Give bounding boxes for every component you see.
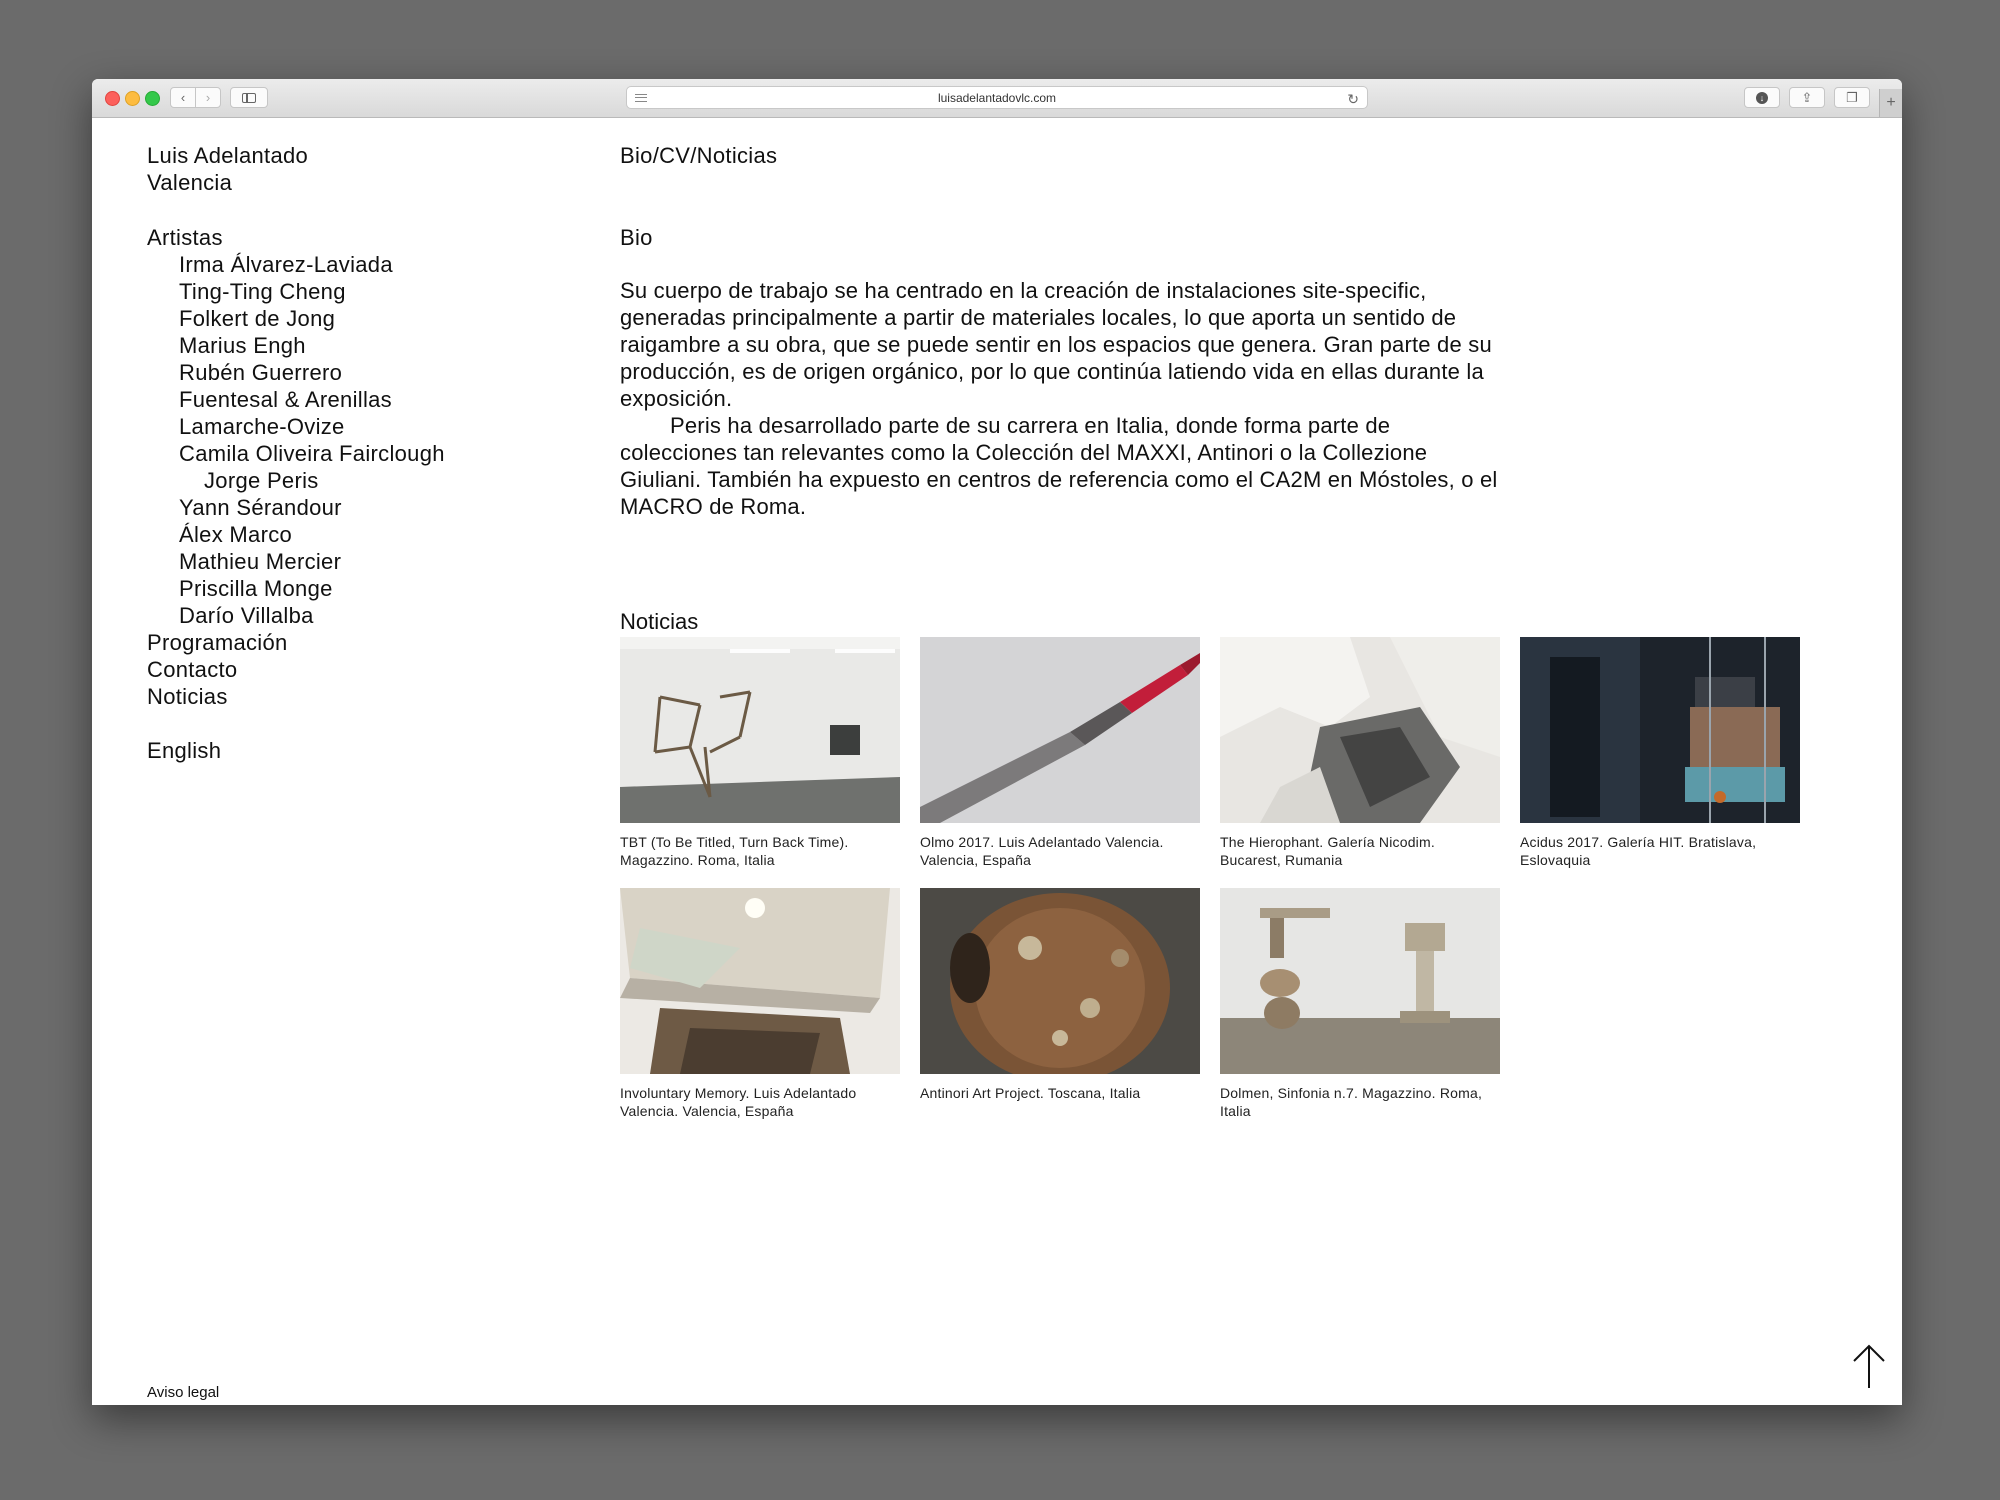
news-card[interactable]: Antinori Art Project. Toscana, Italia — [920, 888, 1200, 1139]
news-caption[interactable]: Olmo 2017. Luis Adelantado Valencia. Val… — [920, 833, 1190, 869]
reload-icon[interactable]: ↻ — [1347, 91, 1359, 108]
chevron-right-icon: › — [205, 90, 211, 105]
news-caption[interactable]: Involuntary Memory. Luis Adelantado Vale… — [620, 1084, 890, 1120]
news-caption[interactable]: Dolmen, Sinfonia n.7. Magazzino. Roma, I… — [1220, 1084, 1490, 1120]
bio-heading: Bio — [620, 225, 653, 250]
news-card[interactable]: Acidus 2017. Galería HIT. Bratislava, Es… — [1520, 637, 1800, 888]
forward-button[interactable]: › — [195, 87, 221, 108]
nav-artist[interactable]: Álex Marco — [147, 521, 445, 548]
share-icon: ⇪ — [1801, 89, 1813, 105]
tabs-overview-button[interactable]: ❐ — [1834, 87, 1870, 108]
news-card[interactable]: TBT (To Be Titled, Turn Back Time). Maga… — [620, 637, 900, 888]
nav-artist[interactable]: Mathieu Mercier — [147, 548, 445, 575]
nav-artist-active[interactable]: Jorge Peris — [147, 467, 445, 494]
news-thumbnail[interactable] — [620, 637, 900, 823]
minimize-window-button[interactable] — [125, 91, 140, 106]
url-text: luisadelantadovlc.com — [937, 90, 1057, 105]
news-card[interactable]: Olmo 2017. Luis Adelantado Valencia. Val… — [920, 637, 1200, 888]
news-caption[interactable]: Antinori Art Project. Toscana, Italia — [920, 1084, 1190, 1102]
news-card[interactable]: Involuntary Memory. Luis Adelantado Vale… — [620, 888, 900, 1139]
browser-window: ‹ › luisadelantadovlc.com ↻ ↓ ⇪ ❐ + Luis… — [92, 79, 1902, 1405]
browser-toolbar: ‹ › luisadelantadovlc.com ↻ ↓ ⇪ ❐ + — [92, 79, 1902, 118]
site-brand[interactable]: Luis Adelantado Valencia — [147, 142, 308, 196]
download-icon: ↓ — [1756, 91, 1768, 104]
reader-icon[interactable] — [635, 94, 647, 102]
news-thumbnail[interactable] — [1220, 888, 1500, 1074]
page-title: Bio/CV/Noticias — [620, 143, 778, 168]
chevron-left-icon: ‹ — [180, 90, 186, 105]
scroll-top-arrow-icon[interactable] — [1851, 1342, 1887, 1390]
main-column: Bio/CV/Noticias Bio Su cuerpo de trabajo… — [620, 142, 1500, 520]
news-thumbnail[interactable] — [1520, 637, 1800, 823]
nav-artist[interactable]: Lamarche-Ovize — [147, 413, 445, 440]
nav-artist[interactable]: Yann Sérandour — [147, 494, 445, 521]
plus-icon: + — [1886, 94, 1896, 111]
downloads-button[interactable]: ↓ — [1744, 87, 1780, 108]
nav-programacion[interactable]: Programación — [147, 629, 445, 656]
bio-text: Su cuerpo de trabajo se ha centrado en l… — [620, 277, 1500, 520]
news-caption[interactable]: TBT (To Be Titled, Turn Back Time). Maga… — [620, 833, 890, 869]
news-caption[interactable]: Acidus 2017. Galería HIT. Bratislava, Es… — [1520, 833, 1790, 869]
back-button[interactable]: ‹ — [170, 87, 196, 108]
brand-city[interactable]: Valencia — [147, 169, 308, 196]
news-thumbnail[interactable] — [1220, 637, 1500, 823]
nav-artist[interactable]: Priscilla Monge — [147, 575, 445, 602]
news-thumbnail[interactable] — [620, 888, 900, 1074]
brand-name[interactable]: Luis Adelantado — [147, 142, 308, 169]
news-grid: TBT (To Be Titled, Turn Back Time). Maga… — [620, 637, 1820, 1139]
page-content: Luis Adelantado Valencia Artistas Irma Á… — [92, 118, 1902, 1405]
nav-artist[interactable]: Irma Álvarez-Laviada — [147, 251, 445, 278]
main-nav: Artistas Irma Álvarez-Laviada Ting-Ting … — [147, 224, 445, 764]
nav-artist[interactable]: Folkert de Jong — [147, 305, 445, 332]
tabs-icon: ❐ — [1846, 89, 1858, 105]
nav-contacto[interactable]: Contacto — [147, 656, 445, 683]
sidebar-toggle-button[interactable] — [230, 87, 268, 108]
share-button[interactable]: ⇪ — [1789, 87, 1825, 108]
nav-noticias[interactable]: Noticias — [147, 683, 445, 710]
news-caption[interactable]: The Hierophant. Galería Nicodim. Bucares… — [1220, 833, 1490, 869]
news-thumbnail[interactable] — [920, 888, 1200, 1074]
address-bar[interactable]: luisadelantadovlc.com ↻ — [626, 86, 1368, 109]
news-thumbnail[interactable] — [920, 637, 1200, 823]
maximize-window-button[interactable] — [145, 91, 160, 106]
nav-artist[interactable]: Ting-Ting Cheng — [147, 278, 445, 305]
nav-english[interactable]: English — [147, 737, 445, 764]
nav-artistas[interactable]: Artistas — [147, 224, 445, 251]
nav-artist[interactable]: Rubén Guerrero — [147, 359, 445, 386]
noticias-heading: Noticias — [620, 609, 699, 634]
close-window-button[interactable] — [105, 91, 120, 106]
legal-link[interactable]: Aviso legal — [147, 1384, 219, 1401]
new-tab-button[interactable]: + — [1879, 89, 1902, 117]
bio-paragraph: Su cuerpo de trabajo se ha centrado en l… — [620, 278, 1492, 411]
news-card[interactable]: The Hierophant. Galería Nicodim. Bucares… — [1220, 637, 1500, 888]
bio-paragraph: Peris ha desarrollado parte de su carrer… — [620, 413, 1498, 519]
nav-artist[interactable]: Marius Engh — [147, 332, 445, 359]
nav-artist[interactable]: Camila Oliveira Fairclough — [147, 440, 445, 467]
news-card[interactable]: Dolmen, Sinfonia n.7. Magazzino. Roma, I… — [1220, 888, 1500, 1139]
sidebar-icon — [242, 92, 256, 103]
nav-artist[interactable]: Fuentesal & Arenillas — [147, 386, 445, 413]
nav-artist[interactable]: Darío Villalba — [147, 602, 445, 629]
